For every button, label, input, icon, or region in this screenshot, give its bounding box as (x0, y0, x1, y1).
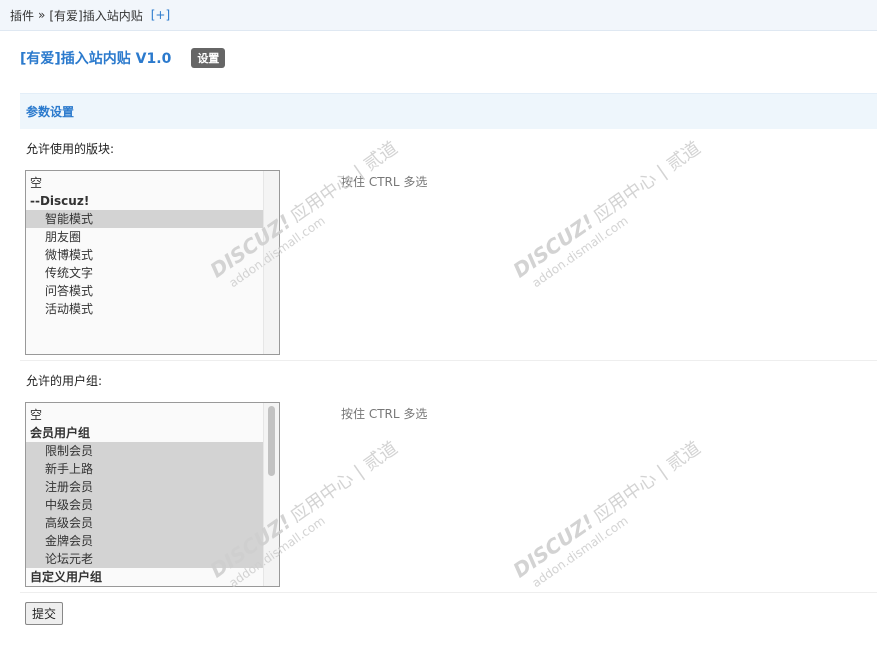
watermark: DISCUZ!应用中心 | 贰道 addon.dismall.com (508, 137, 705, 291)
breadcrumb-current: [有爱]插入站内贴 (49, 8, 143, 23)
group-option[interactable]: 中级会员 (26, 496, 263, 514)
forum-option[interactable]: 活动模式 (26, 300, 263, 318)
forum-optgroup: --Discuz! (30, 194, 90, 208)
breadcrumb-plugins-link[interactable]: 插件 (10, 7, 34, 24)
forum-option[interactable]: 空 (26, 174, 263, 192)
section-title: 参数设置 (26, 105, 75, 119)
watermark: DISCUZ!应用中心 | 贰道 addon.dismall.com (508, 437, 705, 591)
groups-scrollbar-thumb[interactable] (268, 406, 275, 476)
page-title: [有爱]插入站内贴 V1.0 (20, 51, 172, 67)
groups-label: 允许的用户组: (26, 374, 103, 388)
group-option[interactable]: 新手上路 (26, 460, 263, 478)
settings-tab[interactable]: 设置 (191, 48, 226, 68)
submit-button[interactable]: 提交 (25, 602, 64, 625)
group-option[interactable]: 注册会员 (26, 478, 263, 496)
forum-option[interactable]: 朋友圈 (26, 228, 263, 246)
row-divider (20, 360, 877, 361)
breadcrumb-separator: » (38, 8, 46, 22)
forums-label: 允许使用的版块: (26, 142, 115, 156)
section-header: 参数设置 (20, 93, 877, 129)
group-option[interactable]: 限制会员 (26, 442, 263, 460)
forum-option[interactable]: 智能模式 (26, 210, 263, 228)
group-option[interactable]: 空 (26, 406, 263, 424)
breadcrumb: 插件 » [有爱]插入站内贴 [+] (0, 0, 877, 31)
group-optgroup: 会员用户组 (30, 426, 91, 440)
groups-hint: 按住 CTRL 多选 (341, 407, 428, 421)
page-header: [有爱]插入站内贴 V1.0 设置 (20, 48, 226, 68)
group-option[interactable]: 高级会员 (26, 514, 263, 532)
breadcrumb-add-link[interactable]: [+] (151, 8, 170, 22)
row-divider (20, 592, 877, 593)
